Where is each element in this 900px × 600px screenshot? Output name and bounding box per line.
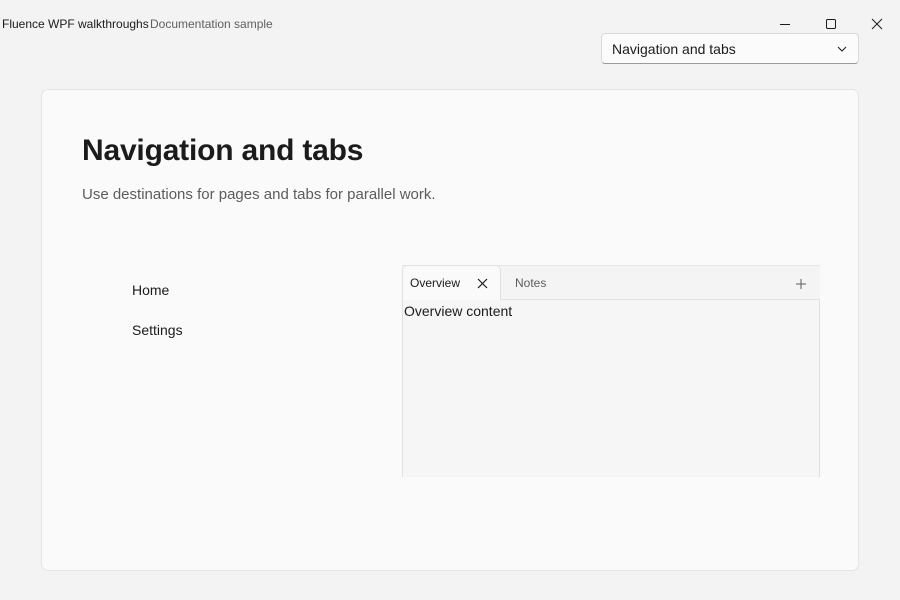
close-tab-button[interactable] — [475, 276, 489, 290]
tab-overview[interactable]: Overview — [402, 265, 501, 300]
nav-item-settings[interactable]: Settings — [132, 320, 183, 360]
tab-overview-label: Overview — [410, 276, 461, 290]
minimize-icon — [780, 24, 790, 25]
close-button[interactable] — [854, 8, 900, 40]
close-icon — [871, 18, 883, 30]
chevron-down-icon — [836, 43, 848, 55]
walkthrough-card: Navigation and tabs Use destinations for… — [41, 89, 859, 571]
tab-strip: Overview Notes — [402, 265, 820, 300]
tab-content-panel: Overview content — [402, 300, 820, 477]
tab-content-text: Overview content — [404, 303, 513, 319]
tab-notes[interactable]: Notes — [515, 266, 546, 300]
close-icon — [477, 278, 487, 288]
tab-view: Overview Notes Overview content — [402, 265, 820, 477]
page-description: Use destinations for pages and tabs for … — [82, 186, 436, 203]
add-tab-button[interactable] — [794, 277, 808, 291]
plus-icon — [796, 279, 806, 289]
maximize-icon — [826, 19, 836, 29]
walkthrough-selector[interactable]: Navigation and tabs — [601, 33, 859, 64]
walkthrough-selector-value: Navigation and tabs — [612, 40, 736, 57]
page-title: Navigation and tabs — [82, 134, 364, 167]
app-subtitle: Documentation sample — [150, 17, 273, 31]
app-title: Fluence WPF walkthroughs — [2, 17, 149, 31]
nav-item-home[interactable]: Home — [132, 280, 183, 320]
app-window: Fluence WPF walkthroughs Documentation s… — [0, 0, 900, 600]
tab-notes-label: Notes — [515, 276, 547, 290]
navigation-list: Home Settings — [132, 280, 183, 360]
